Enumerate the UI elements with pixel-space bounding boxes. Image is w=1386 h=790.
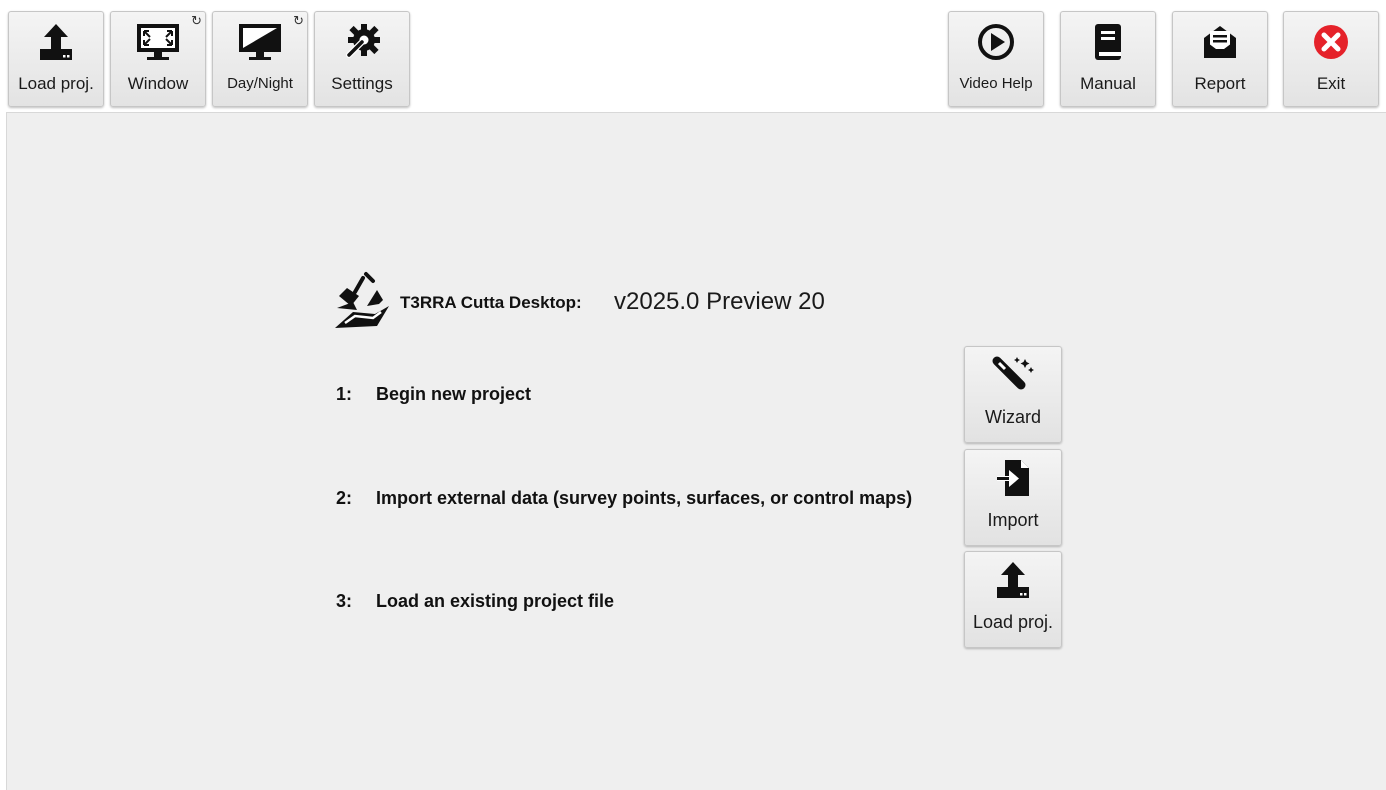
excavator-bucket-icon [333, 270, 391, 330]
step-text: Import external data (survey points, sur… [376, 488, 913, 508]
file-import-icon [965, 456, 1061, 500]
upload-icon [965, 558, 1061, 602]
book-icon [1061, 20, 1155, 64]
settings-button[interactable]: Settings [314, 11, 410, 107]
app-version: v2025.0 Preview 20 [614, 288, 825, 315]
step-begin-new-project: 1: Begin new project [336, 384, 531, 405]
play-circle-icon [949, 20, 1043, 64]
import-label: Import [987, 510, 1039, 530]
manual-label: Manual [1080, 74, 1136, 93]
step-import-external-data: 2: Import external data (survey points, s… [336, 488, 912, 509]
wizard-button[interactable]: Wizard [964, 346, 1062, 443]
exit-button[interactable]: Exit [1283, 11, 1379, 107]
video-help-button[interactable]: Video Help [948, 11, 1044, 107]
upload-icon [9, 20, 103, 64]
step-number: 2: [336, 488, 353, 508]
load-project-file-button[interactable]: Load proj. [964, 551, 1062, 648]
settings-label: Settings [331, 74, 393, 93]
window-label: Window [127, 74, 189, 93]
load-project-file-label: Load proj. [972, 612, 1054, 632]
report-label: Report [1194, 74, 1246, 93]
report-envelope-icon [1173, 20, 1267, 64]
day-night-label: Day/Night [227, 75, 293, 92]
welcome-panel [6, 112, 1386, 790]
step-number: 3: [336, 591, 353, 611]
top-toolbar: Load proj. ↻ Window ↻ Day/Night Settings… [0, 0, 1386, 112]
step-text: Begin new project [376, 384, 532, 404]
monitor-window-icon [111, 20, 205, 64]
app-name: T3RRA Cutta Desktop: [400, 293, 582, 312]
gear-wrench-icon [315, 20, 409, 64]
step-number: 1: [336, 384, 353, 404]
load-project-button[interactable]: Load proj. [8, 11, 104, 107]
manual-button[interactable]: Manual [1060, 11, 1156, 107]
load-project-label: Load proj. [18, 74, 94, 93]
exit-label: Exit [1316, 74, 1346, 93]
magic-wand-icon [965, 353, 1061, 397]
window-button[interactable]: ↻ Window [110, 11, 206, 107]
close-circle-icon [1284, 20, 1378, 64]
import-button[interactable]: Import [964, 449, 1062, 546]
step-text: Load an existing project file [376, 591, 615, 611]
day-night-button[interactable]: ↻ Day/Night [212, 11, 308, 107]
wizard-label: Wizard [984, 407, 1041, 427]
step-load-existing-project: 3: Load an existing project file [336, 591, 614, 612]
video-help-label: Video Help [959, 75, 1033, 92]
monitor-daynight-icon [213, 20, 307, 64]
report-button[interactable]: Report [1172, 11, 1268, 107]
